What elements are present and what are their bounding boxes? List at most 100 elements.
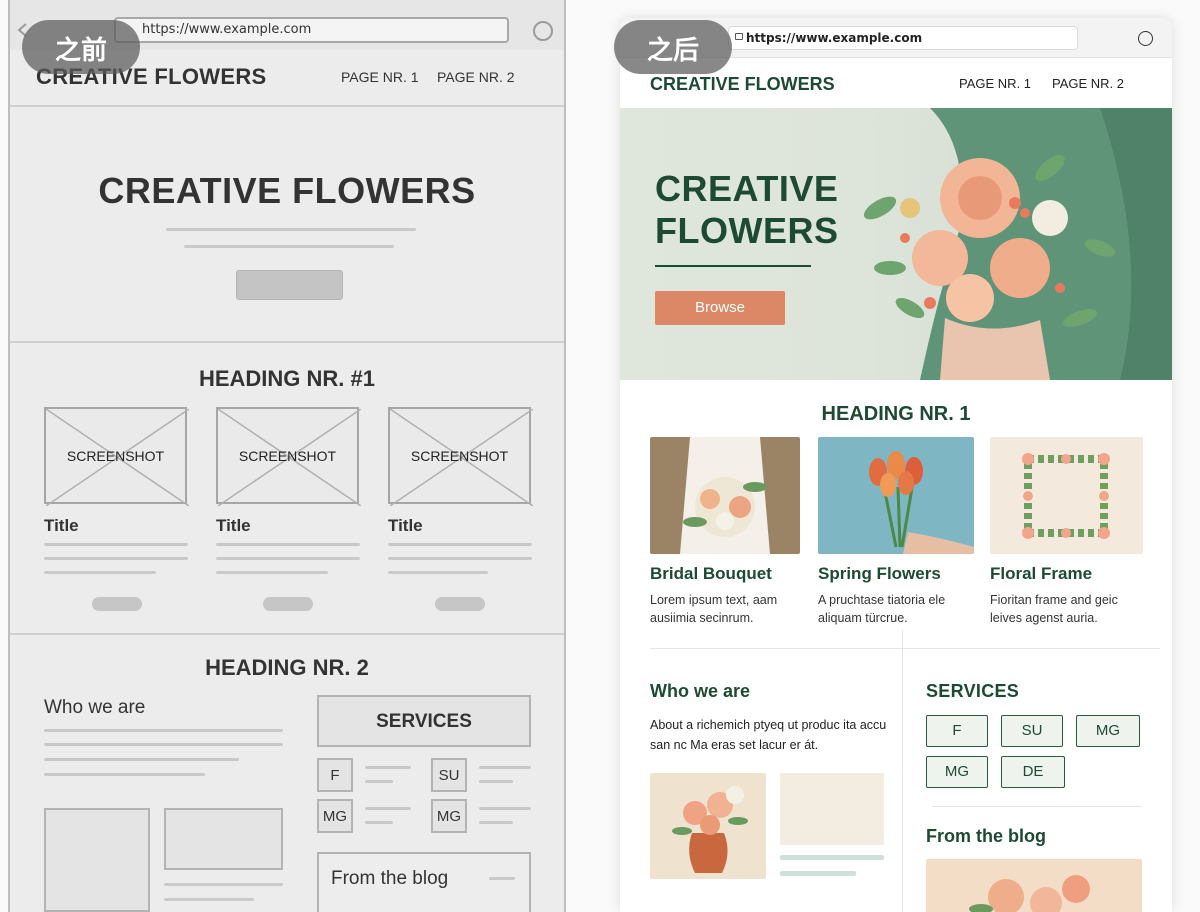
divider [655,265,811,267]
text-placeholder-line [479,821,513,824]
text-placeholder-line [780,871,856,876]
text-placeholder-line [216,571,328,574]
lock-icon [735,33,743,40]
wireframe-who-we-are: Who we are [44,697,146,718]
wireframe-card-button[interactable] [435,597,485,611]
image-placeholder [44,808,150,912]
text-placeholder-line [489,877,515,880]
divider [10,105,564,107]
wireframe-service-tag[interactable]: MG [317,799,353,833]
text-placeholder-line [479,780,513,783]
wireframe-heading-1: HEADING NR. #1 [198,366,376,391]
divider [10,341,564,343]
after-badge: 之后 [614,20,732,74]
before-badge: 之前 [22,20,140,74]
bridal-bouquet-photo[interactable] [650,437,800,554]
design-who-we-are: Who we are [650,681,751,701]
wireframe-service-tag[interactable]: SU [431,758,467,792]
design-heading-1: HEADING NR. 1 [821,403,971,425]
text-placeholder-line [216,543,360,546]
wireframe-heading-2: HEADING NR. 2 [205,655,369,680]
card-title-spring-flowers[interactable]: Spring Flowers [818,564,941,584]
wireframe-nav-page-1[interactable]: PAGE NR. 1 [341,69,419,85]
circle-icon[interactable] [1138,31,1153,46]
text-placeholder-line [44,773,205,776]
service-tag-mg[interactable]: MG [1076,715,1140,747]
text-placeholder-line [365,807,411,810]
spring-flowers-photo[interactable] [818,437,974,554]
screenshot-placeholder: SCREENSHOT [44,407,189,506]
browse-button[interactable]: Browse [655,291,785,325]
image-placeholder [780,773,884,845]
card-title-bridal-bouquet[interactable]: Bridal Bouquet [650,564,772,584]
wireframe-card-title: Title [388,516,423,535]
blog-photo[interactable] [926,859,1142,912]
text-placeholder-line [479,766,531,769]
text-placeholder-line [780,855,884,860]
service-tag-mg[interactable]: MG [926,756,988,788]
design-who-text: About a richemich ptyeq ut produc ita ac… [650,718,887,752]
design-blog-heading: From the blog [926,826,1046,846]
wireframe-service-tag[interactable]: MG [431,799,467,833]
card-title-floral-frame[interactable]: Floral Frame [990,564,1092,584]
text-placeholder-line [44,557,188,560]
text-placeholder-line [44,743,283,746]
design-hero: CREATIVE FLOWERS Browse [620,108,1172,380]
service-tag-su[interactable]: SU [1001,715,1063,747]
text-placeholder-line [164,883,283,886]
wireframe-hero-title: CREATIVE FLOWERS [98,170,476,211]
design-url-field[interactable]: https://www.example.com [728,26,1078,50]
design-nav-page-2[interactable]: PAGE NR. 2 [1052,76,1124,91]
divider [902,630,903,912]
wireframe-hero-button[interactable] [236,270,343,300]
text-placeholder-line [216,557,360,560]
wireframe-card-title: Title [44,516,79,535]
wireframe-nav-page-2[interactable]: PAGE NR. 2 [437,69,515,85]
wireframe-blog-heading: From the blog [331,868,449,889]
wireframe-url-field[interactable]: https://www.example.com [114,17,509,43]
card-description: A pruchtase tiatoria ele aliquam türcrue… [818,593,946,625]
wireframe-blog-box: From the blog [317,852,531,912]
comparison-stage: https://www.example.com CREATIVE FLOWERS… [0,0,1200,912]
text-placeholder-line [164,898,254,901]
design-brand[interactable]: CREATIVE FLOWERS [650,74,835,95]
text-placeholder-line [184,245,394,248]
circle-icon[interactable] [533,21,553,41]
text-placeholder-line [365,780,393,783]
vase-photo [650,773,766,879]
screenshot-placeholder: SCREENSHOT [216,407,361,506]
card-description: Fioritan frame and geic leives agenst au… [990,593,1118,625]
design-services-heading: SERVICES [926,681,1020,701]
screenshot-label: SCREENSHOT [410,448,509,464]
text-placeholder-line [479,807,531,810]
text-placeholder-line [388,557,532,560]
text-placeholder-line [44,758,239,761]
text-placeholder-line [44,729,283,732]
text-placeholder-line [166,228,416,231]
divider [932,806,1142,807]
floral-frame-photo[interactable] [990,437,1143,554]
screenshot-label: SCREENSHOT [66,448,165,464]
screenshot-placeholder: SCREENSHOT [388,407,533,506]
divider [650,648,1160,649]
design-url-text: https://www.example.com [746,31,923,45]
bouquet-photo [863,108,1172,380]
service-tag-de[interactable]: DE [1001,756,1065,788]
text-placeholder-line [365,821,393,824]
wireframe-card-button[interactable] [263,597,313,611]
screenshot-label: SCREENSHOT [238,448,337,464]
text-placeholder-line [44,543,188,546]
design-page: https://www.example.com CREATIVE FLOWERS… [620,18,1172,912]
text-placeholder-line [365,766,411,769]
wireframe-card-button[interactable] [92,597,142,611]
text-placeholder-line [44,571,156,574]
wireframe-service-tag[interactable]: F [317,758,353,792]
text-placeholder-line [388,571,488,574]
service-tag-f[interactable]: F [926,715,988,747]
wireframe-page: https://www.example.com CREATIVE FLOWERS… [8,0,566,912]
image-placeholder [164,808,283,870]
design-hero-title: CREATIVE FLOWERS [655,168,839,251]
design-nav-page-1[interactable]: PAGE NR. 1 [959,76,1031,91]
wireframe-card-title: Title [216,516,251,535]
text-placeholder-line [388,543,532,546]
